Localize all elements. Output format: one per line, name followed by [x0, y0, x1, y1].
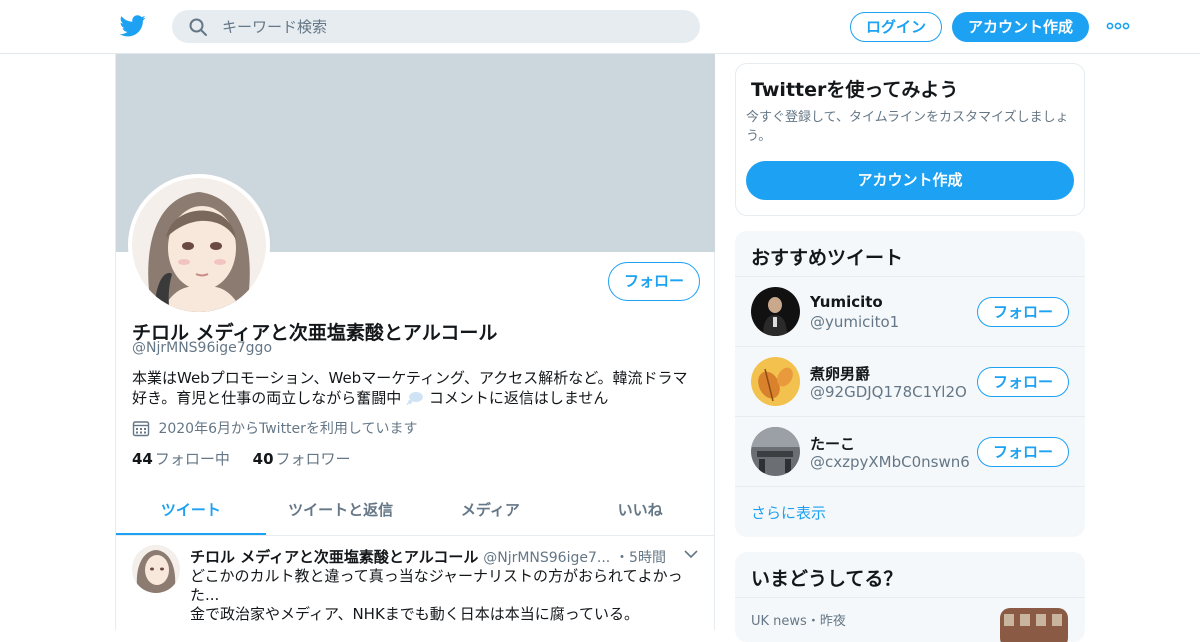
tweet-avatar[interactable] [132, 545, 180, 593]
profile-tabs: ツイート ツイートと返信 メディア いいね [116, 486, 715, 536]
tweet-item[interactable]: チロル メディアと次亜塩素酸とアルコール @NjrMNS96ige7... ・5… [116, 537, 715, 630]
recommend-card: おすすめツイート Yumicito @yumicito1 フォロー 煮卵男爵 @… [735, 231, 1085, 537]
trend-thumbnail[interactable] [1000, 608, 1068, 642]
trends-title: いまどうしてる？ [751, 568, 903, 590]
show-more-link[interactable]: さらに表示 [735, 486, 1085, 537]
following-label: フォロー中 [154, 450, 230, 468]
recommend-name[interactable]: Yumicito [810, 293, 883, 311]
twitter-bird-icon[interactable] [120, 14, 146, 38]
recommend-follow-button[interactable]: フォロー [977, 437, 1069, 467]
profile-column: フォロー チロル メディアと次亜塩素酸とアルコール @NjrMNS96ige7g… [115, 54, 715, 630]
profile-bio: 本業はWebプロモーション、Webマーケティング、アクセス解析など。韓流ドラマ好… [132, 368, 702, 408]
avatar-photo-1 [751, 287, 800, 336]
recommend-name[interactable]: たーこ [810, 433, 855, 454]
signup-card: Twitterを使ってみよう 今すぐ登録して、タイムラインをカスタマイズしましょ… [735, 63, 1085, 216]
trend-photo [1000, 608, 1068, 642]
more-horizontal-icon[interactable] [1106, 20, 1130, 32]
tweet-author-handle[interactable]: @NjrMNS96ige7... [483, 550, 610, 566]
tweet-line-1: どこかのカルト教と違って真っ当なジャーナリストの方がおられてよかった... [190, 567, 683, 604]
trend-meta: UK news・昨夜 [751, 614, 846, 629]
recommend-item[interactable]: 煮卵男爵 @92GDJQ178C1Yl2O フォロー [735, 346, 1085, 416]
bio-suffix: コメントに返信はしません [428, 389, 609, 407]
avatar-illustration-small [132, 545, 180, 593]
profile-handle[interactable]: @NjrMNS96ige7ggo [132, 340, 272, 356]
recommend-avatar[interactable] [751, 357, 800, 406]
tab-tweets[interactable]: ツイート [116, 486, 266, 535]
recommend-handle: @yumicito1 [810, 313, 900, 331]
speech-bubble-icon [406, 392, 424, 405]
tweet-line-2: 金で政治家やメディア、NHKまでも動く日本は本当に腐っている。 [190, 605, 640, 623]
tweet-time[interactable]: ・5時間 [615, 550, 666, 566]
tab-media[interactable]: メディア [416, 486, 566, 535]
calendar-icon [132, 421, 150, 437]
followers-count: 40 [252, 450, 274, 468]
top-bar: ログイン アカウント作成 [0, 0, 1200, 54]
recommend-name[interactable]: 煮卵男爵 [810, 363, 870, 384]
search-input[interactable] [222, 10, 682, 43]
avatar-photo-2 [751, 357, 800, 406]
joined-text: 2020年6月からTwitterを利用しています [158, 421, 418, 437]
trend-item[interactable]: UK news・昨夜 [735, 597, 1085, 642]
show-more-label[interactable]: さらに表示 [751, 502, 826, 523]
avatar-illustration [132, 178, 266, 312]
recommend-item[interactable]: たーこ @cxzpyXMbC0nswn6 フォロー [735, 416, 1085, 486]
recommend-avatar[interactable] [751, 427, 800, 476]
follow-button[interactable]: フォロー [608, 262, 700, 301]
avatar-photo-3 [751, 427, 800, 476]
recommend-title: おすすめツイート [751, 247, 904, 269]
followers-label: フォロワー [275, 450, 351, 468]
recommend-handle: @cxzpyXMbC0nswn6 [810, 453, 970, 471]
profile-avatar[interactable] [128, 174, 270, 316]
recommend-follow-button[interactable]: フォロー [977, 367, 1069, 397]
followers-link[interactable]: 40 フォロワー [253, 450, 351, 468]
tweet-text: どこかのカルト教と違って真っ当なジャーナリストの方がおられてよかった... 金で… [190, 567, 700, 624]
trends-card: いまどうしてる？ UK news・昨夜 [735, 552, 1085, 642]
signup-card-desc: 今すぐ登録して、タイムラインをカスタマイズしましょう。 [746, 110, 1069, 144]
search-icon [189, 18, 207, 36]
recommend-handle: @92GDJQ178C1Yl2O [810, 383, 967, 401]
chevron-down-icon[interactable] [684, 549, 698, 559]
tab-likes[interactable]: いいね [565, 486, 715, 535]
joined-date: 2020年6月からTwitterを利用しています [132, 418, 418, 438]
tweet-author-name[interactable]: チロル メディアと次亜塩素酸とアルコール [190, 548, 478, 566]
recommend-item[interactable]: Yumicito @yumicito1 フォロー [735, 276, 1085, 346]
following-count: 44 [132, 450, 153, 468]
login-button[interactable]: ログイン [850, 12, 942, 42]
signup-button[interactable]: アカウント作成 [952, 12, 1089, 42]
recommend-avatar[interactable] [751, 287, 800, 336]
signup-card-button[interactable]: アカウント作成 [746, 161, 1074, 200]
follow-counts: 44 フォロー中 40 フォロワー [132, 448, 369, 469]
tab-tweets-replies[interactable]: ツイートと返信 [266, 486, 416, 535]
signup-card-title: Twitterを使ってみよう [751, 79, 959, 101]
tweet-header: チロル メディアと次亜塩素酸とアルコール @NjrMNS96ige7... ・5… [190, 546, 690, 567]
following-link[interactable]: 44 フォロー中 [132, 450, 235, 468]
search-box [172, 10, 700, 43]
recommend-follow-button[interactable]: フォロー [977, 297, 1069, 327]
